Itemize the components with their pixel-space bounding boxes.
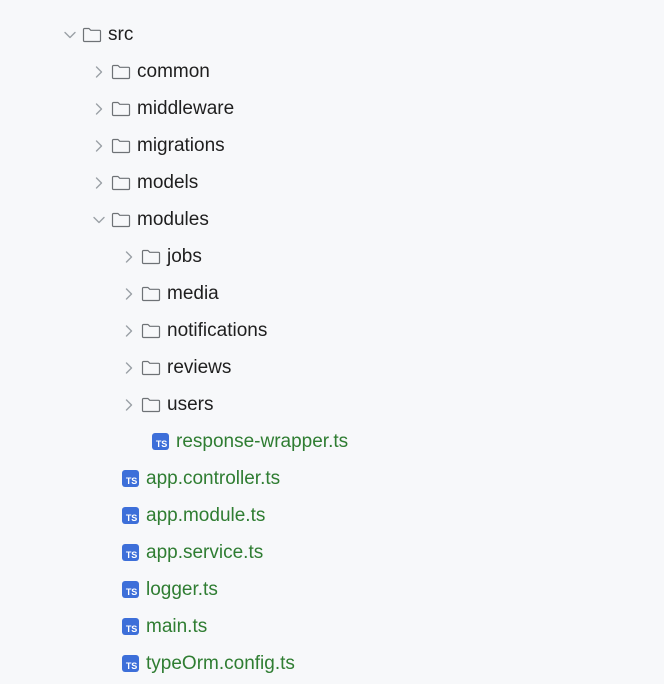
tree-item-label: notifications xyxy=(167,319,268,341)
tree-folder-models[interactable]: models xyxy=(0,164,664,201)
folder-icon xyxy=(111,201,137,238)
tree-file-app-module[interactable]: TS app.module.ts xyxy=(0,497,664,534)
typescript-file-icon: TS xyxy=(122,507,139,524)
tree-file-app-controller[interactable]: TS app.controller.ts xyxy=(0,460,664,497)
tree-folder-common[interactable]: common xyxy=(0,53,664,90)
chevron-right-icon[interactable] xyxy=(117,312,141,349)
folder-icon xyxy=(111,90,137,127)
tree-file-typeorm-config[interactable]: TS typeOrm.config.ts xyxy=(0,645,664,682)
tree-item-label: response-wrapper.ts xyxy=(176,430,349,452)
tree-item-label: modules xyxy=(137,208,209,230)
tree-item-label: main.ts xyxy=(146,615,208,637)
tree-file-app-service[interactable]: TS app.service.ts xyxy=(0,534,664,571)
tree-folder-reviews[interactable]: reviews xyxy=(0,349,664,386)
chevron-down-icon[interactable] xyxy=(58,16,82,53)
folder-icon xyxy=(141,349,167,386)
tree-folder-users[interactable]: users xyxy=(0,386,664,423)
tree-file-main[interactable]: TS main.ts xyxy=(0,608,664,645)
folder-icon xyxy=(141,312,167,349)
chevron-right-icon[interactable] xyxy=(87,127,111,164)
folder-icon xyxy=(141,238,167,275)
chevron-right-icon[interactable] xyxy=(117,386,141,423)
folder-icon xyxy=(141,275,167,312)
tree-folder-modules[interactable]: modules xyxy=(0,201,664,238)
tree-folder-media[interactable]: media xyxy=(0,275,664,312)
tree-item-label: app.controller.ts xyxy=(146,467,281,489)
tree-item-label: jobs xyxy=(167,245,202,267)
folder-icon xyxy=(111,164,137,201)
typescript-file-icon: TS xyxy=(122,544,139,561)
tree-item-label: migrations xyxy=(137,134,225,156)
typescript-file-icon: TS xyxy=(122,655,139,672)
chevron-right-icon[interactable] xyxy=(87,164,111,201)
tree-folder-src[interactable]: src xyxy=(0,16,664,53)
typescript-file-icon: TS xyxy=(122,470,139,487)
tree-item-label: src xyxy=(108,23,134,45)
tree-item-label: media xyxy=(167,282,219,304)
typescript-file-icon: TS xyxy=(122,581,139,598)
tree-item-label: common xyxy=(137,60,210,82)
chevron-right-icon[interactable] xyxy=(117,349,141,386)
chevron-right-icon[interactable] xyxy=(117,238,141,275)
chevron-right-icon[interactable] xyxy=(117,275,141,312)
tree-folder-middleware[interactable]: middleware xyxy=(0,90,664,127)
folder-icon xyxy=(111,53,137,90)
tree-folder-migrations[interactable]: migrations xyxy=(0,127,664,164)
tree-folder-jobs[interactable]: jobs xyxy=(0,238,664,275)
project-tree: src common middleware migrations models … xyxy=(0,16,664,682)
chevron-down-icon[interactable] xyxy=(87,201,111,238)
tree-item-label: middleware xyxy=(137,97,235,119)
tree-item-label: reviews xyxy=(167,356,232,378)
typescript-file-icon: TS xyxy=(152,433,169,450)
chevron-right-icon[interactable] xyxy=(87,53,111,90)
tree-file-logger[interactable]: TS logger.ts xyxy=(0,571,664,608)
folder-icon xyxy=(141,386,167,423)
folder-icon xyxy=(82,16,108,53)
project-tree-panel: src common middleware migrations models … xyxy=(0,0,664,684)
tree-item-label: logger.ts xyxy=(146,578,218,600)
tree-item-label: models xyxy=(137,171,199,193)
tree-item-label: app.service.ts xyxy=(146,541,264,563)
tree-folder-notifications[interactable]: notifications xyxy=(0,312,664,349)
typescript-file-icon: TS xyxy=(122,618,139,635)
folder-icon xyxy=(111,127,137,164)
tree-file-response-wrapper[interactable]: TS response-wrapper.ts xyxy=(0,423,664,460)
tree-item-label: users xyxy=(167,393,214,415)
tree-item-label: app.module.ts xyxy=(146,504,266,526)
chevron-right-icon[interactable] xyxy=(87,90,111,127)
tree-item-label: typeOrm.config.ts xyxy=(146,652,295,674)
